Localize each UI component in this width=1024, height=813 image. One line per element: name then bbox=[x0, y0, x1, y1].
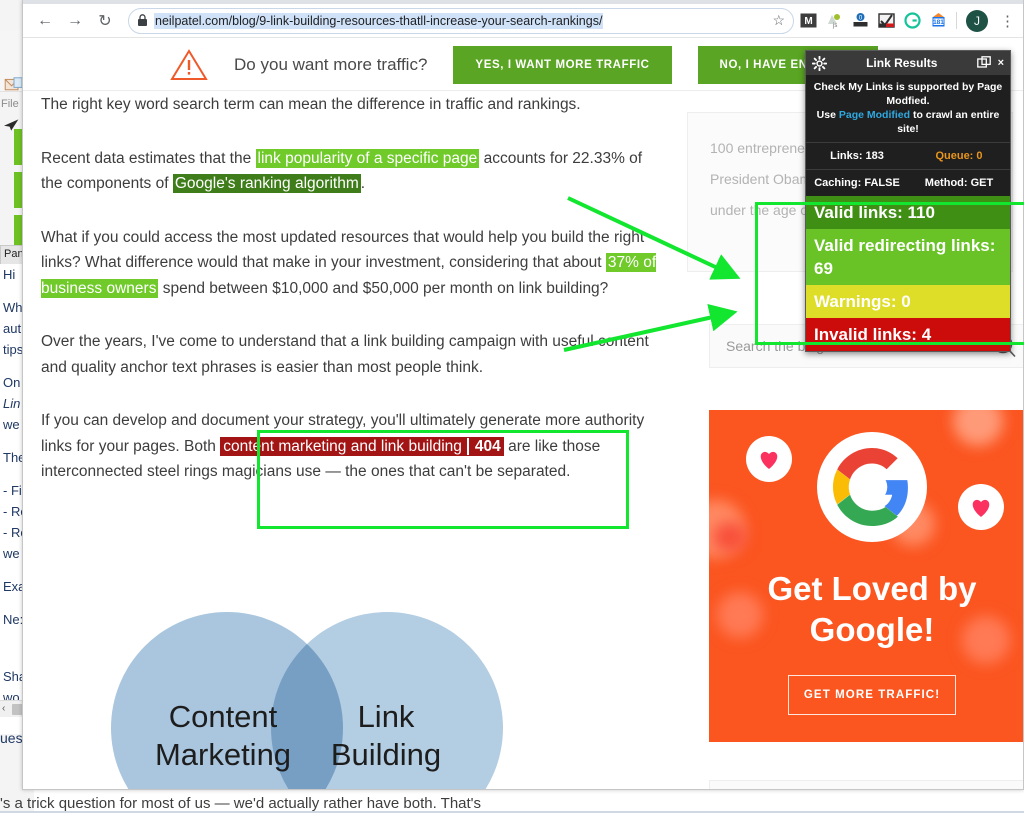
profile-avatar[interactable]: J bbox=[966, 9, 988, 32]
check-mark-extension-icon[interactable] bbox=[878, 12, 895, 29]
link-results-counts-row: Links: 183 Queue: 0 bbox=[806, 142, 1010, 169]
toolbar-divider bbox=[956, 12, 957, 29]
venn-right-line1: Link bbox=[357, 699, 415, 734]
paragraph-1-text: The right key word search term can mean … bbox=[41, 96, 581, 113]
heart-icon bbox=[760, 451, 778, 469]
svg-text:M: M bbox=[804, 16, 812, 27]
heart-badge-left bbox=[746, 436, 792, 482]
hello-bar-question: Do you want more traffic? bbox=[234, 54, 428, 74]
ad-headline: Get Loved by Google! bbox=[709, 568, 1023, 650]
venn-diagram: Content Marketing Link Building bbox=[83, 612, 583, 789]
ad-headline-line2: Google! bbox=[809, 611, 935, 648]
calendar-extension-icon[interactable]: 181 bbox=[930, 12, 947, 29]
paragraph-4-text: Over the years, I've come to understand … bbox=[41, 333, 649, 376]
invalid-links-bar[interactable]: Invalid links: 4 bbox=[806, 318, 1010, 351]
status-code-404: 404 bbox=[466, 437, 501, 455]
p3-text-a: What if you could access the most update… bbox=[41, 228, 645, 272]
broken-link-text: content marketing and link building bbox=[223, 437, 462, 455]
link-results-config-row: Caching: FALSE Method: GET bbox=[806, 169, 1010, 196]
highlight-broken-link-404[interactable]: content marketing and link building 404 bbox=[220, 436, 504, 456]
google-g-logo-icon bbox=[817, 432, 927, 542]
yes-more-traffic-button[interactable]: YES, I WANT MORE TRAFFIC bbox=[453, 45, 672, 84]
paragraph-2: Recent data estimates that the link popu… bbox=[41, 146, 661, 197]
article-body: The right key word search term can mean … bbox=[41, 92, 661, 513]
lock-icon bbox=[138, 14, 147, 26]
sidebar-bottom-card bbox=[709, 780, 1023, 789]
valid-links-bar[interactable]: Valid links: 110 bbox=[806, 196, 1010, 229]
gear-icon[interactable] bbox=[812, 55, 827, 71]
grammarly-extension-icon[interactable] bbox=[904, 12, 921, 29]
paragraph-1: The right key word search term can mean … bbox=[41, 92, 661, 118]
popout-icon[interactable] bbox=[976, 56, 991, 70]
valid-redirecting-links-bar[interactable]: Valid redirecting links: 69 bbox=[806, 229, 1010, 285]
venn-label-link-building: Link Building bbox=[281, 698, 491, 774]
warning-triangle-icon bbox=[170, 48, 208, 80]
link-results-title: Link Results bbox=[866, 56, 938, 70]
heart-badge-right bbox=[958, 484, 1004, 530]
ad-decorative-blob bbox=[713, 522, 747, 552]
screenshot-root: File Pan Hi Wh aut tips On Lin we The - … bbox=[0, 0, 1024, 813]
svg-text:js: js bbox=[832, 23, 837, 29]
background-questions-text: ues bbox=[0, 730, 23, 746]
caching-status: Caching: FALSE bbox=[814, 177, 900, 189]
close-icon[interactable]: × bbox=[991, 57, 1004, 69]
url-text[interactable]: neilpatel.com/blog/9-link-building-resou… bbox=[154, 12, 604, 29]
back-button[interactable]: ← bbox=[32, 8, 58, 34]
p3-text-b: spend between $10,000 and $50,000 per mo… bbox=[158, 279, 609, 297]
get-loved-by-google-ad[interactable]: Get Loved by Google! GET MORE TRAFFIC! bbox=[709, 410, 1023, 742]
page-modified-link[interactable]: Page Modified bbox=[839, 109, 910, 121]
highlight-google-ranking-algorithm[interactable]: Google's ranking algorithm bbox=[172, 174, 361, 193]
checkmylinks-extension-icon[interactable]: 0 bbox=[852, 12, 869, 29]
link-results-note: Check My Links is supported by Page Modf… bbox=[806, 75, 1010, 142]
browser-toolbar: ← → ↻ neilpatel.com/blog/9-link-building… bbox=[23, 4, 1023, 38]
paragraph-3: What if you could access the most update… bbox=[41, 225, 661, 302]
extensions-bar: M js 0 181 J ⋮ bbox=[800, 9, 1023, 32]
venn-right-line2: Building bbox=[330, 737, 442, 772]
note-post: to crawl an entire site! bbox=[897, 109, 1000, 135]
note-line-1: Check My Links is supported by Page Modf… bbox=[813, 81, 1003, 107]
paragraph-5: If you can develop and document your str… bbox=[41, 408, 661, 485]
p2-text-c: . bbox=[360, 175, 366, 192]
link-results-titlebar: Link Results × bbox=[806, 51, 1010, 75]
heart-icon bbox=[972, 499, 990, 517]
ad-headline-line1: Get Loved by bbox=[767, 570, 977, 607]
svg-text:181: 181 bbox=[933, 19, 944, 26]
browser-menu-icon[interactable]: ⋮ bbox=[997, 12, 1018, 30]
ad-decorative-blob bbox=[953, 410, 1003, 446]
queue-count: Queue: 0 bbox=[935, 150, 983, 162]
reload-button[interactable]: ↻ bbox=[92, 8, 118, 34]
mailtrack-extension-icon[interactable]: M bbox=[800, 12, 817, 29]
note-line-2: Use Page Modified to crawl an entire sit… bbox=[810, 108, 1006, 136]
file-menu-label[interactable]: File bbox=[1, 98, 19, 110]
p2-text-a: Recent data estimates that the bbox=[41, 149, 256, 167]
bookmark-star-icon[interactable]: ☆ bbox=[766, 12, 785, 29]
method-status: Method: GET bbox=[924, 177, 994, 189]
ad-cta-button[interactable]: GET MORE TRAFFIC! bbox=[788, 675, 956, 715]
paragraph-4: Over the years, I've come to understand … bbox=[41, 329, 661, 380]
envelope-icon[interactable] bbox=[4, 77, 24, 93]
link-results-panel[interactable]: Link Results × Check My Links is support… bbox=[805, 50, 1011, 352]
background-bottom-text: 's a trick question for most of us — we'… bbox=[0, 795, 482, 812]
note-pre: Use bbox=[816, 109, 839, 121]
forward-button[interactable]: → bbox=[62, 8, 88, 34]
links-count: Links: 183 bbox=[830, 150, 884, 162]
wappalyzer-extension-icon[interactable]: js bbox=[826, 12, 843, 29]
highlight-link-popularity[interactable]: link popularity of a specific page bbox=[255, 148, 480, 168]
warnings-bar[interactable]: Warnings: 0 bbox=[806, 285, 1010, 318]
address-bar[interactable]: neilpatel.com/blog/9-link-building-resou… bbox=[128, 7, 794, 34]
